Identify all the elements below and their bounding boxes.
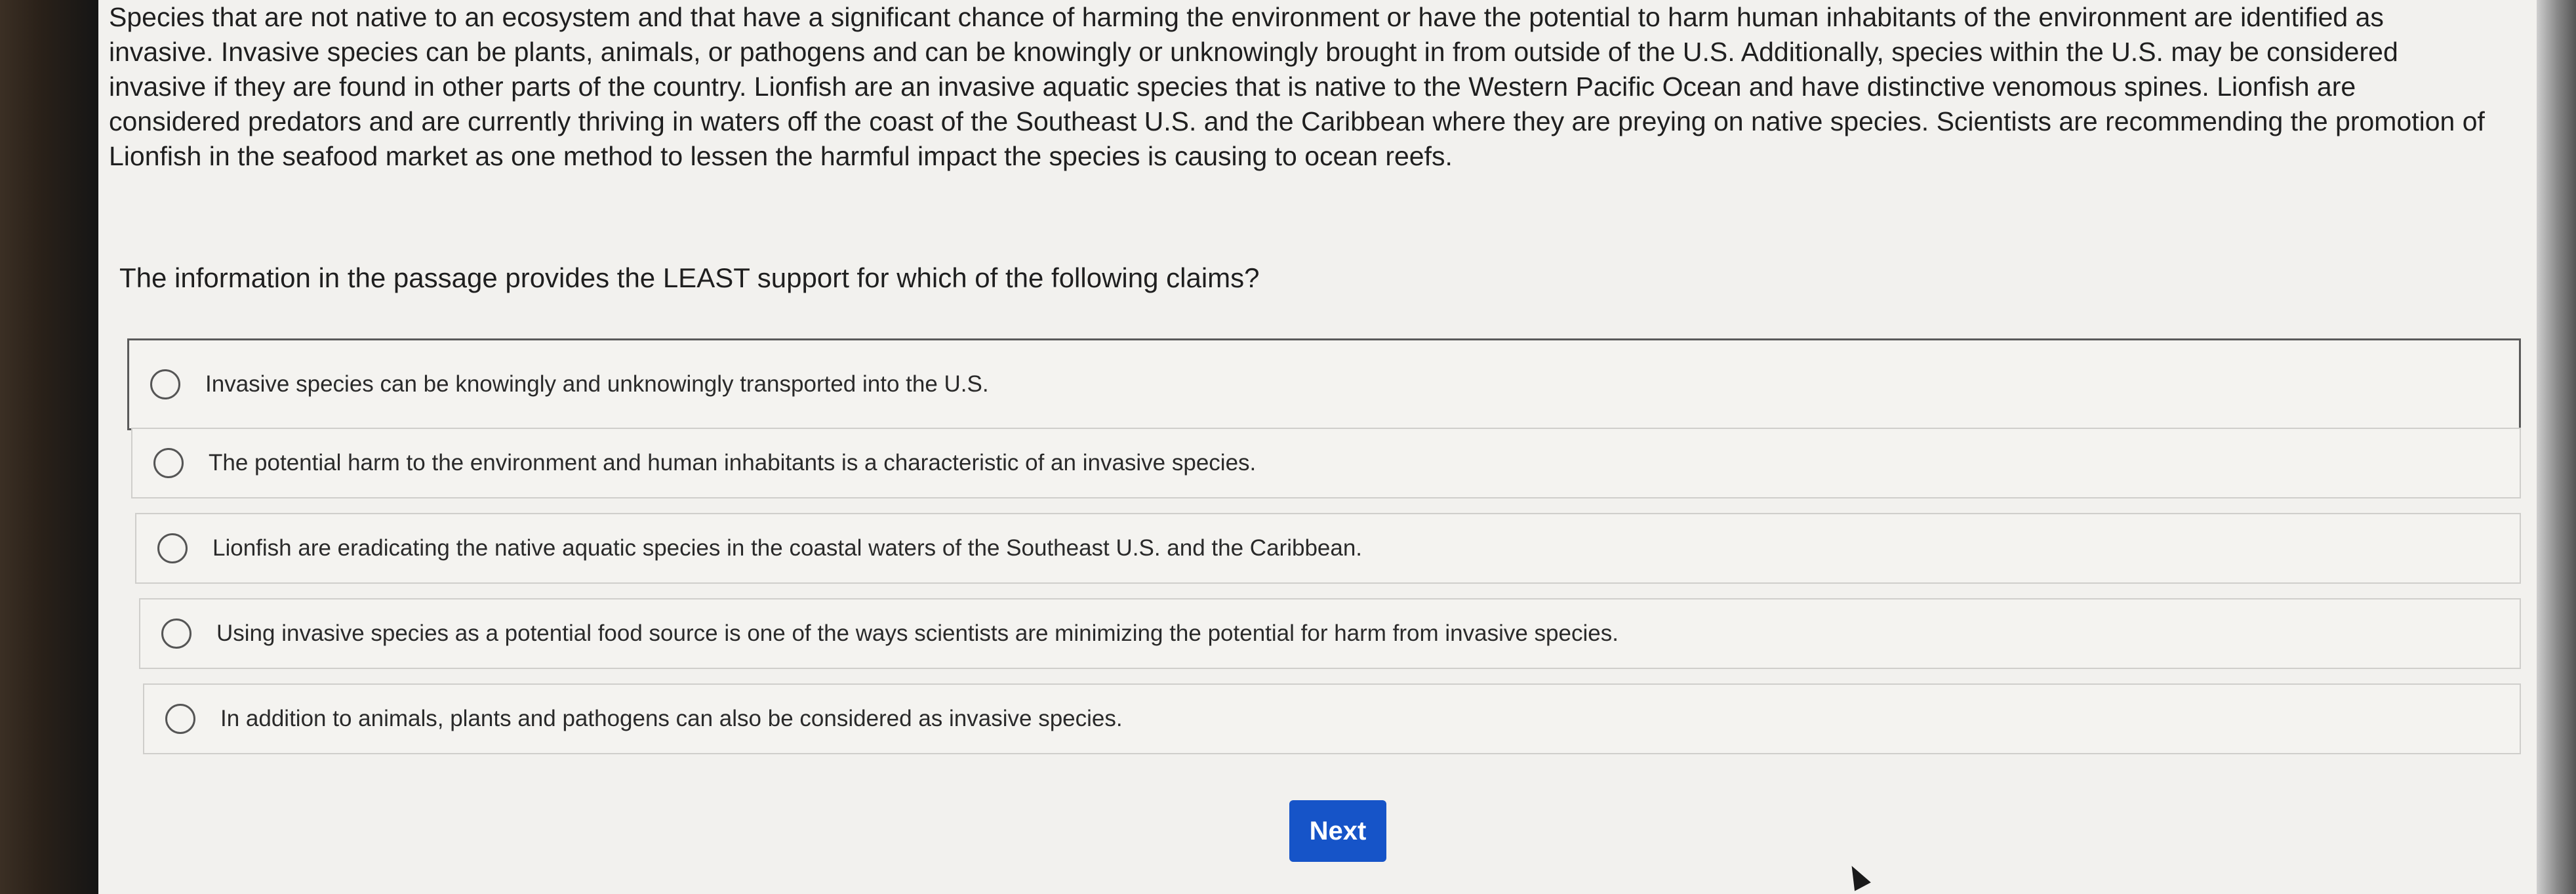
next-button[interactable]: Next [1289, 800, 1386, 862]
radio-button[interactable] [157, 533, 188, 563]
answer-choice-label: Invasive species can be knowingly and un… [205, 371, 989, 397]
answer-choice-label: The potential harm to the environment an… [209, 450, 1257, 476]
mouse-cursor-icon [1843, 861, 1871, 891]
radio-button[interactable] [165, 704, 195, 734]
answer-choice-label: Lionfish are eradicating the native aqua… [212, 535, 1363, 561]
answer-choice-1[interactable]: Invasive species can be knowingly and un… [127, 338, 2521, 430]
passage-line: Lionfish in the seafood market as one me… [109, 141, 1453, 171]
answer-choice-label: In addition to animals, plants and patho… [220, 706, 1123, 731]
answer-choices: Invasive species can be knowingly and un… [127, 338, 2521, 769]
passage-line: Species that are not native to an ecosys… [109, 2, 2384, 32]
answer-choice-2[interactable]: The potential harm to the environment an… [131, 428, 2521, 498]
bezel-left [0, 0, 98, 894]
answer-choice-5[interactable]: In addition to animals, plants and patho… [143, 683, 2521, 754]
question-text: The information in the passage provides … [119, 262, 1260, 293]
radio-button[interactable] [150, 369, 180, 399]
reading-passage: Species that are not native to an ecosys… [109, 0, 2509, 174]
passage-line: considered predators and are currently t… [109, 106, 2485, 136]
answer-choice-label: Using invasive species as a potential fo… [216, 620, 1619, 646]
passage-line: invasive if they are found in other part… [109, 71, 2356, 102]
radio-button[interactable] [153, 448, 184, 478]
bezel-right [2537, 0, 2576, 894]
quiz-screen: Species that are not native to an ecosys… [98, 0, 2537, 894]
answer-choice-4[interactable]: Using invasive species as a potential fo… [139, 598, 2521, 669]
passage-line: invasive. Invasive species can be plants… [109, 37, 2398, 67]
answer-choice-3[interactable]: Lionfish are eradicating the native aqua… [135, 513, 2521, 584]
radio-button[interactable] [161, 619, 191, 649]
